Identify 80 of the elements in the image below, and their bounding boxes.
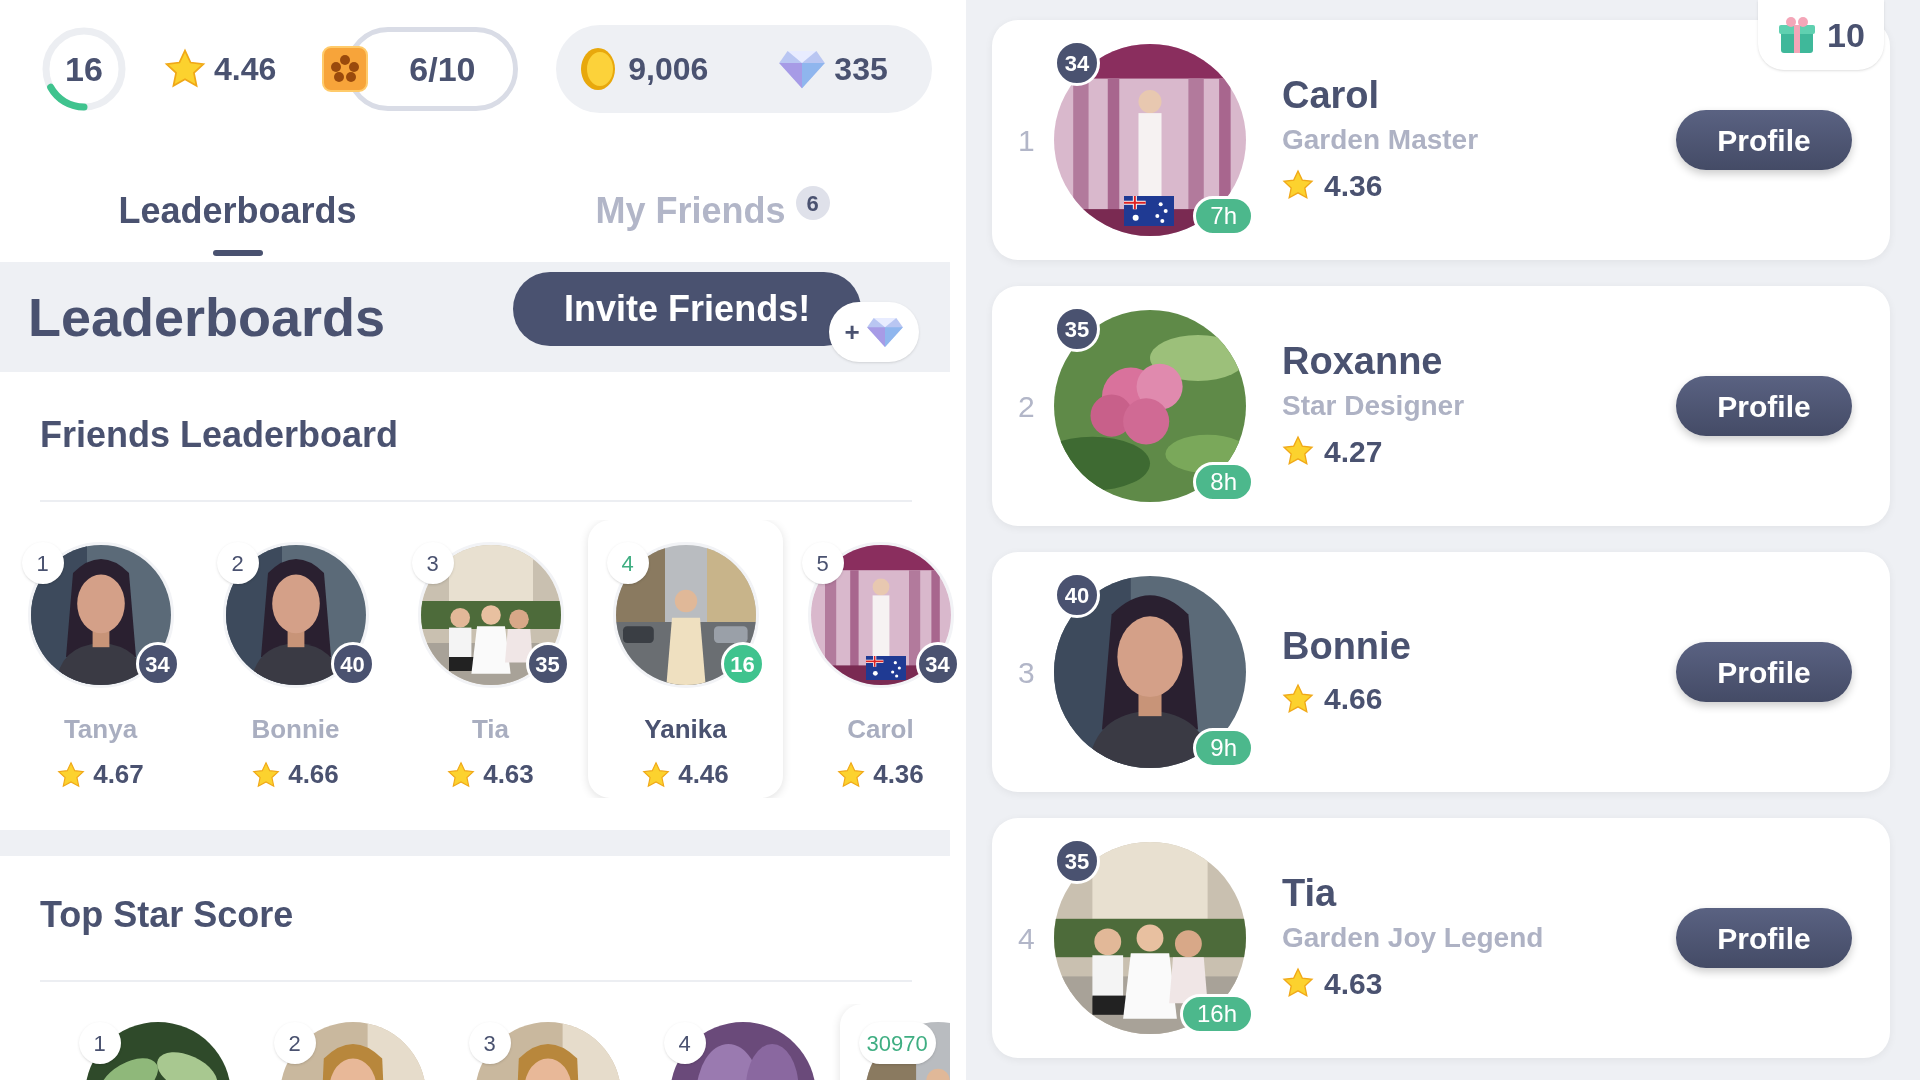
rank-number: 1 <box>1018 122 1036 159</box>
time-badge: 9h <box>1193 728 1254 768</box>
rank-badge: 5 <box>801 542 844 584</box>
time-badge: 16h <box>1179 994 1254 1034</box>
friend-name: Tia <box>1282 871 1338 917</box>
friend-name: Bonnie <box>1282 623 1412 669</box>
rank-badge: 4 <box>663 1022 706 1064</box>
star-icon <box>1282 967 1314 1000</box>
profile-button[interactable]: Profile <box>1676 110 1852 170</box>
rank-number: 2 <box>1018 388 1036 425</box>
rank-badge: 1 <box>78 1022 121 1064</box>
time-badge: 8h <box>1193 462 1254 502</box>
level-badge: 40 <box>330 642 375 686</box>
star-icon <box>1282 435 1314 468</box>
friend-name: Bonnie <box>251 713 340 746</box>
friend-name: Roxanne <box>1282 339 1444 385</box>
rank-badge: 3 <box>468 1022 511 1064</box>
level-badge: 34 <box>915 642 960 686</box>
tab[interactable]: Leaderboards <box>0 174 475 262</box>
rating-value: 4.63 <box>483 758 534 791</box>
profile-button[interactable]: Profile <box>1676 642 1852 702</box>
rank-badge: 3 <box>411 542 454 584</box>
rating-value: 4.46 <box>214 50 277 89</box>
coin-icon <box>580 47 617 91</box>
friend-name: Yanika <box>644 713 727 746</box>
rating-value: 4.67 <box>93 758 144 791</box>
diamond-icon <box>865 316 904 348</box>
profile-button[interactable]: Profile <box>1676 376 1852 436</box>
star-icon <box>837 760 866 789</box>
rating-value: 4.63 <box>1324 965 1383 1002</box>
gem-count: 335 <box>834 50 888 89</box>
rating-value: 4.46 <box>678 758 729 791</box>
rank-number: 4 <box>1018 920 1036 957</box>
rank-number: 3 <box>1018 654 1036 691</box>
star-icon <box>57 760 86 789</box>
rating-value: 4.66 <box>288 758 339 791</box>
rating-value: 4.36 <box>1324 167 1383 204</box>
selected-card[interactable]: 4 16 Yanika 4.46 <box>588 520 783 798</box>
page-heading: Leaderboards <box>28 285 386 349</box>
tab-indicator <box>212 250 263 256</box>
time-badge: 7h <box>1193 196 1254 236</box>
rating-value: 4.27 <box>1324 433 1383 470</box>
level-badge: 35 <box>1054 306 1100 352</box>
level-badge: 16 <box>720 642 765 686</box>
star-icon <box>1282 682 1314 715</box>
star-icon <box>252 760 281 789</box>
friend-title: Garden Joy Legend <box>1282 920 1545 955</box>
level-badge: 40 <box>1054 572 1100 618</box>
rank-badge: 2 <box>273 1022 316 1064</box>
plus-sign: + <box>844 315 860 349</box>
flower-icon <box>322 46 369 92</box>
star-icon <box>447 760 476 789</box>
section-title: Top Star Score <box>40 893 295 937</box>
level-badge: 35 <box>525 642 570 686</box>
friend-name: Tanya <box>63 713 138 746</box>
rank-badge: 1 <box>21 542 64 584</box>
count-badge: 6 <box>795 186 830 220</box>
tab[interactable]: My Friends 6 <box>475 174 950 262</box>
diamond-icon <box>778 48 827 90</box>
rank-badge: 2 <box>216 542 259 584</box>
player-level: 16 <box>65 48 103 90</box>
star-icon <box>1282 169 1314 202</box>
rank-badge: 4 <box>606 542 649 584</box>
rating-value: 4.36 <box>873 758 924 791</box>
level-badge: 34 <box>135 642 180 686</box>
gift-badge[interactable]: 10 <box>1758 0 1884 70</box>
friend-title: Garden Master <box>1282 122 1480 157</box>
star-icon <box>164 48 206 90</box>
profile-button[interactable]: Profile <box>1676 908 1852 968</box>
level-badge: 34 <box>1054 40 1100 86</box>
friend-name: Carol <box>1282 73 1381 119</box>
rating-value: 4.66 <box>1324 681 1383 718</box>
level-badge: 35 <box>1054 838 1100 884</box>
section-title: Friends Leaderboard <box>40 413 400 457</box>
friend-name: Carol <box>847 713 914 746</box>
friend-title: Star Designer <box>1282 388 1466 423</box>
star-icon <box>642 760 671 789</box>
friend-name: Tia <box>471 713 510 746</box>
gift-icon <box>1777 15 1818 55</box>
coin-count: 9,006 <box>628 50 709 89</box>
